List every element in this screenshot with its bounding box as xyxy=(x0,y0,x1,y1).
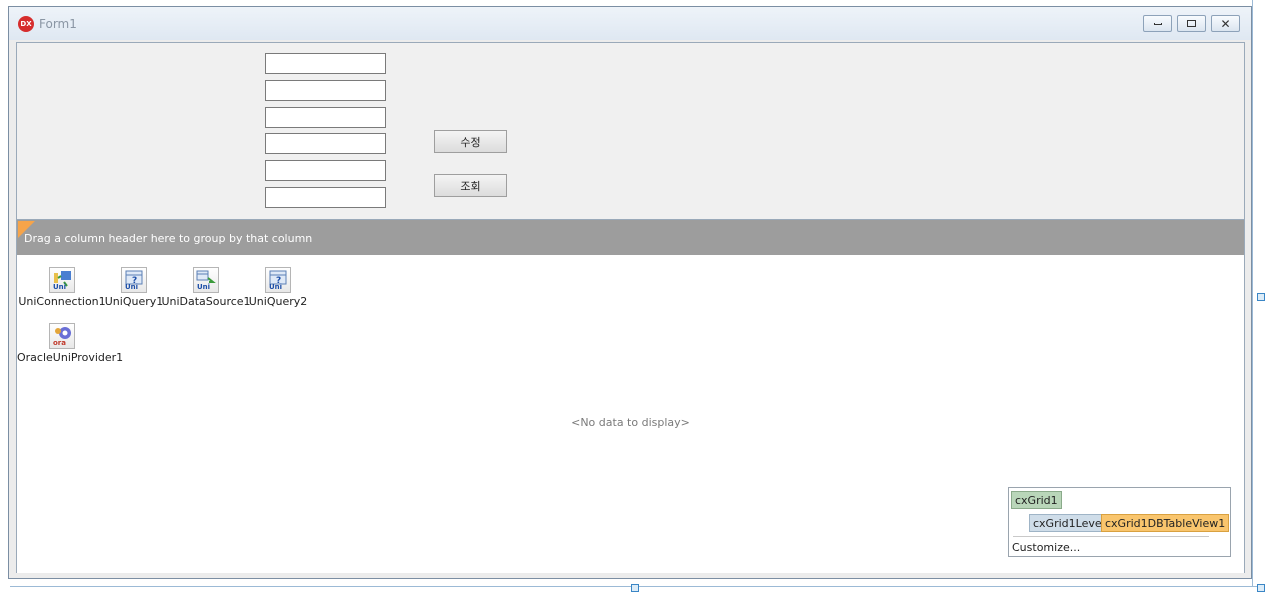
grid-structure-view-tag[interactable]: cxGrid1DBTableView1 xyxy=(1101,514,1230,532)
edit-field-6[interactable] xyxy=(265,187,386,208)
group-by-panel[interactable]: Drag a column header here to group by th… xyxy=(17,220,1244,255)
uni-datasource-icon: Uni xyxy=(193,267,219,293)
edit-field-1[interactable] xyxy=(265,53,386,74)
resize-handle-right[interactable] xyxy=(1257,293,1265,301)
edit-field-5[interactable] xyxy=(265,160,386,181)
query-button[interactable]: 조회 xyxy=(434,174,507,197)
uni-query-icon: ? Uni xyxy=(265,267,291,293)
app-icon-text: DX xyxy=(20,20,32,28)
component-badge: Uni xyxy=(197,283,211,291)
form-client-area: 수정 조회 Drag a column header here to group… xyxy=(16,42,1245,573)
maximize-button[interactable] xyxy=(1177,15,1206,32)
cx-grid[interactable]: Drag a column header here to group by th… xyxy=(17,219,1244,573)
maximize-icon xyxy=(1187,20,1196,27)
form-window: DX Form1 ✕ 수정 조회 Drag a column header he… xyxy=(8,6,1252,579)
component-label: UniQuery2 xyxy=(248,295,308,308)
modify-button[interactable]: 수정 xyxy=(434,130,507,153)
grid-structure-grid-tag[interactable]: cxGrid1 xyxy=(1011,491,1062,509)
devexpress-app-icon: DX xyxy=(18,16,34,32)
title-bar[interactable]: DX Form1 ✕ xyxy=(9,7,1251,40)
component-oracleuniprovider[interactable]: ora OracleUniProvider1 xyxy=(17,323,124,364)
minimize-icon xyxy=(1153,22,1162,25)
grid-structure-navigator: cxGrid1 cxGrid1Level1 cxGrid1DBTableView… xyxy=(1008,487,1231,557)
component-badge: Uni xyxy=(53,283,67,291)
component-uniquery2[interactable]: ? Uni UniQuery2 xyxy=(233,267,323,308)
resize-handle-corner[interactable] xyxy=(1257,584,1265,592)
edit-field-2[interactable] xyxy=(265,80,386,101)
structure-separator xyxy=(1013,536,1209,537)
oracle-provider-icon: ora xyxy=(49,323,75,349)
component-badge: Uni xyxy=(269,283,283,291)
group-panel-text: Drag a column header here to group by th… xyxy=(24,232,313,245)
component-badge: Uni xyxy=(125,283,139,291)
uni-query-icon: ? Uni xyxy=(121,267,147,293)
no-data-message: <No data to display> xyxy=(571,416,690,429)
customize-link[interactable]: Customize... xyxy=(1012,541,1080,554)
edit-field-3[interactable] xyxy=(265,107,386,128)
close-button[interactable]: ✕ xyxy=(1211,15,1240,32)
component-badge: ora xyxy=(53,339,66,347)
minimize-button[interactable] xyxy=(1143,15,1172,32)
resize-handle-bottom[interactable] xyxy=(631,584,639,592)
edit-field-4[interactable] xyxy=(265,133,386,154)
component-label: OracleUniProvider1 xyxy=(17,351,124,364)
uni-connection-icon: Uni xyxy=(49,267,75,293)
designer-guide-vertical xyxy=(1252,0,1253,586)
window-title: Form1 xyxy=(39,17,77,31)
close-icon: ✕ xyxy=(1220,16,1231,31)
